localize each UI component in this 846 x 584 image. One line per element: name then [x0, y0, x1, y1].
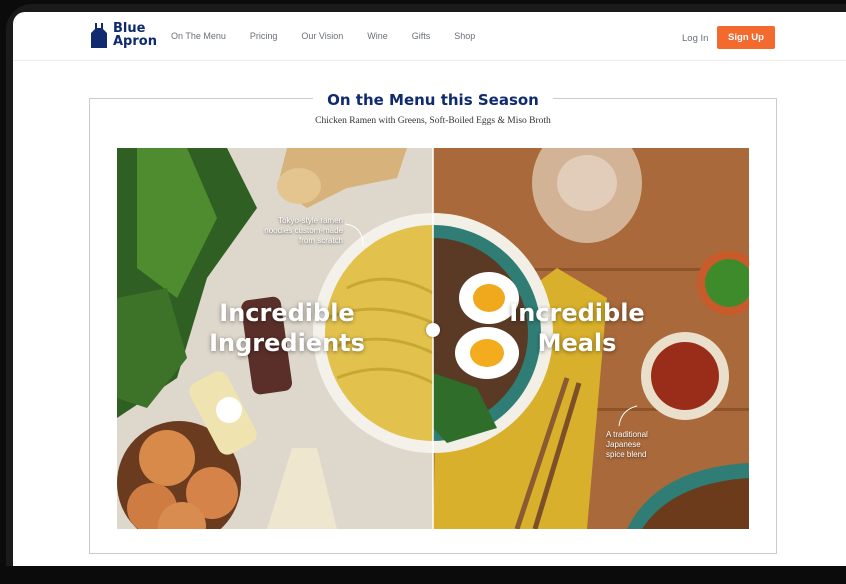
label-ingredients-line1: Incredible [219, 299, 355, 327]
nav-links: On The Menu Pricing Our Vision Wine Gift… [171, 31, 499, 41]
callout-spice-line3: spice blend [606, 450, 647, 459]
top-navigation: Blue Apron On The Menu Pricing Our Visio… [13, 12, 846, 61]
logo-text-line2: Apron [113, 34, 157, 49]
callout-spice-line2: Japanese [606, 440, 641, 449]
label-meals-line1: Incredible [509, 299, 645, 327]
hero-comparison-image[interactable]: Tokyo-style ramen noodles custom-made fr… [117, 148, 749, 529]
section-title: On the Menu this Season [313, 91, 553, 109]
comparison-slider-handle[interactable] [426, 323, 440, 337]
callout-noodles-line2: noodles custom-made [264, 226, 343, 235]
callout-noodles-line3: from scratch [298, 236, 343, 245]
login-link[interactable]: Log In [682, 33, 708, 44]
menu-section: On the Menu this Season Chicken Ramen wi… [89, 91, 777, 554]
logo-text: Blue Apron [113, 22, 165, 48]
callout-spice: A traditional Japanese spice blend [606, 430, 686, 460]
blue-apron-logo[interactable]: Blue Apron [89, 21, 165, 49]
apron-icon [91, 23, 107, 48]
browser-viewport: Blue Apron On The Menu Pricing Our Visio… [13, 12, 846, 566]
label-ingredients-line2: Ingredients [209, 329, 365, 357]
nav-link-shop[interactable]: Shop [454, 31, 475, 41]
callout-noodles: Tokyo-style ramen noodles custom-made fr… [215, 216, 343, 246]
nav-link-wine[interactable]: Wine [367, 31, 388, 41]
label-incredible-meals: Incredible Meals [497, 298, 657, 358]
callout-noodles-line1: Tokyo-style ramen [278, 216, 343, 225]
nav-link-gifts[interactable]: Gifts [412, 31, 431, 41]
label-incredible-ingredients: Incredible Ingredients [197, 298, 377, 358]
nav-link-our-vision[interactable]: Our Vision [301, 31, 343, 41]
nav-link-on-the-menu[interactable]: On The Menu [171, 31, 226, 41]
nav-link-pricing[interactable]: Pricing [250, 31, 278, 41]
bottom-black-bar [0, 566, 846, 584]
signup-button[interactable]: Sign Up [717, 26, 775, 49]
label-meals-line2: Meals [537, 329, 617, 357]
section-subtitle: Chicken Ramen with Greens, Soft-Boiled E… [315, 116, 551, 126]
callout-spice-line1: A traditional [606, 430, 648, 439]
